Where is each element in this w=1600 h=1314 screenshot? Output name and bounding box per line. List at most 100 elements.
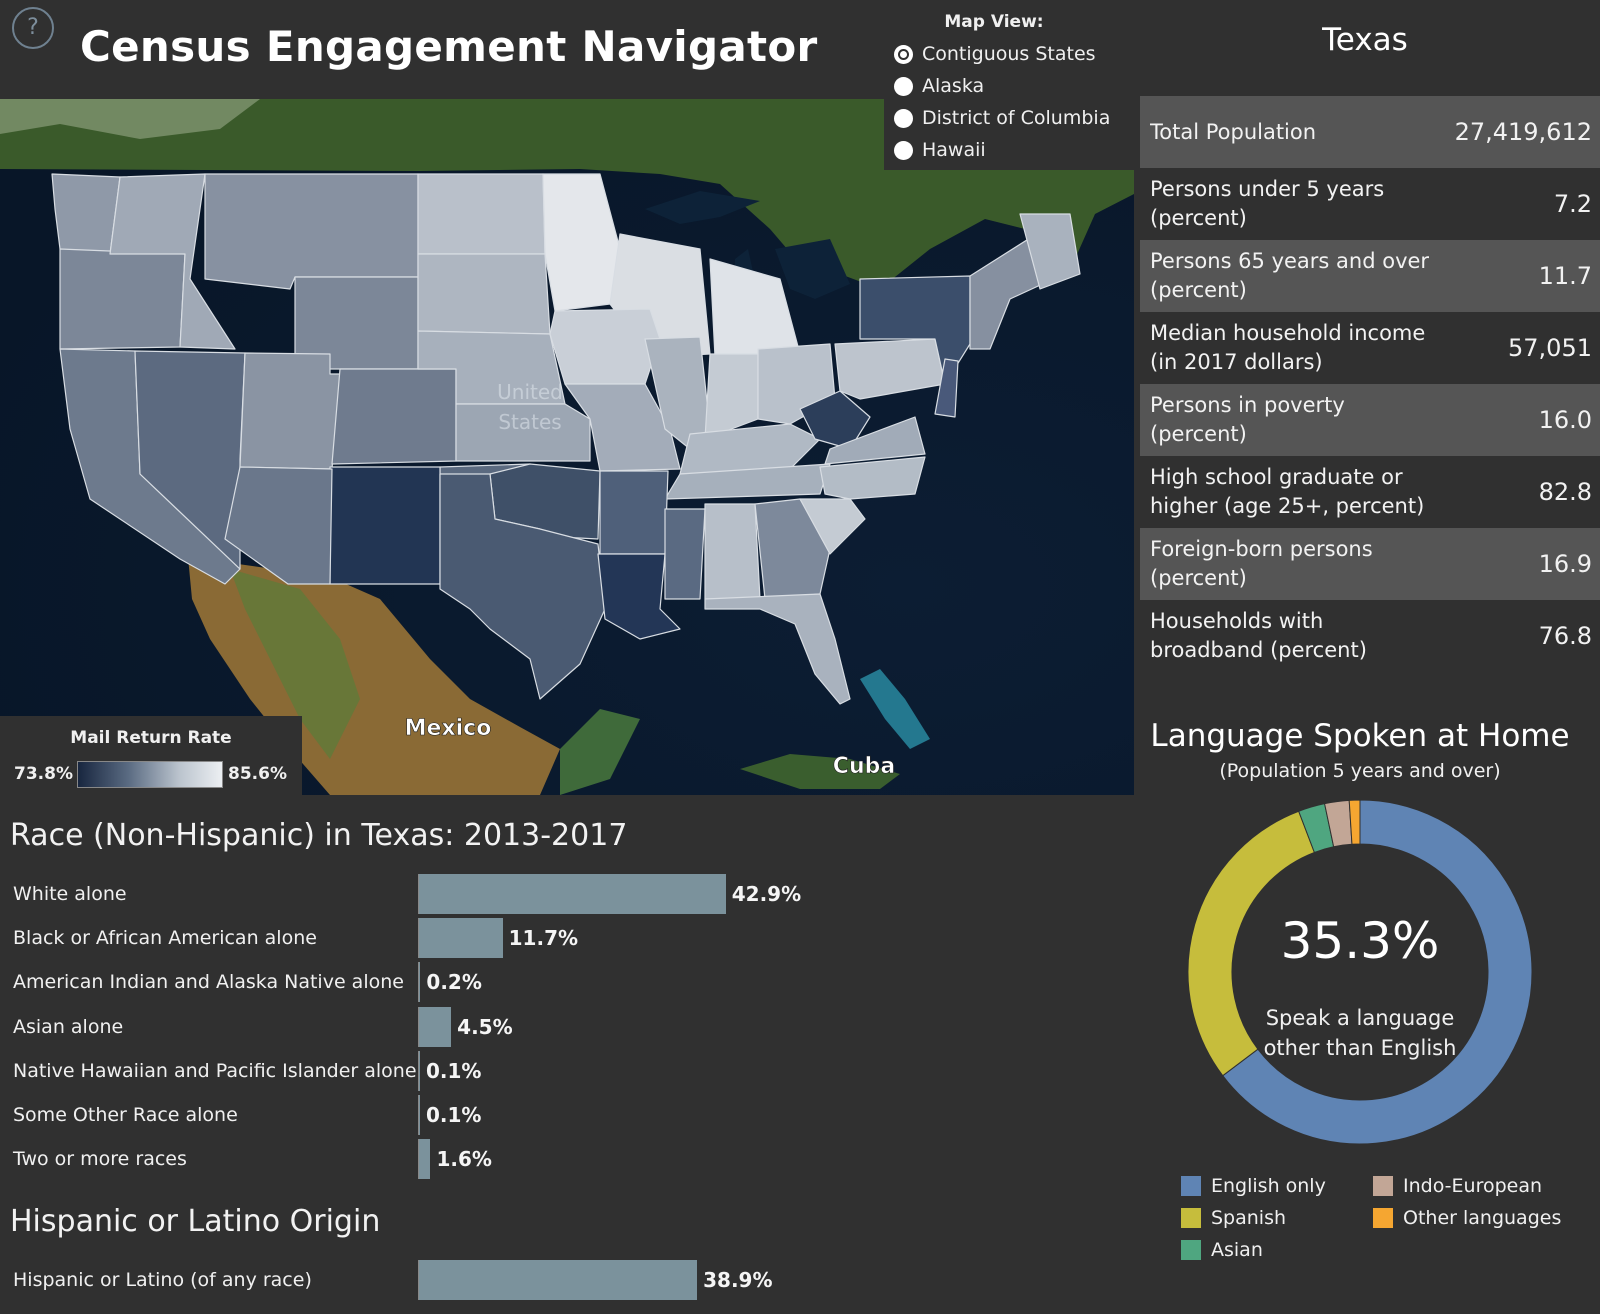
bar-label: Black or African American alone [13,927,317,950]
fact-row: Households with broadband (percent) 76.8 [1140,600,1600,672]
legend-item[interactable]: Spanish [1181,1207,1286,1229]
donut-caption-line1: Speak a language [1265,1006,1455,1030]
fact-label: Households with broadband (percent) [1150,609,1367,662]
fact-value: 27,419,612 [1454,118,1592,146]
state-ms[interactable] [664,508,706,600]
state-al[interactable] [704,503,761,600]
bar[interactable] [419,1139,431,1180]
radio-icon[interactable] [894,108,913,128]
legend-item[interactable]: Indo-European [1373,1175,1542,1197]
state-name: Texas [1322,22,1408,58]
fact-row: Foreign-born persons (percent) 16.9 [1140,528,1600,600]
bar-value-label: 0.1% [426,1103,482,1127]
legend-swatch [1181,1240,1201,1260]
bar-label: Native Hawaiian and Pacific Islander alo… [13,1059,417,1082]
map-view-panel: Map View: Contiguous States Alaska Distr… [884,0,1134,170]
state-nd[interactable] [417,173,546,255]
bar-row[interactable]: Black or African American alone 11.7% [0,918,880,959]
fact-value: 16.0 [1538,406,1592,434]
legend-max: 85.6% [228,764,287,784]
legend-label: English only [1211,1175,1326,1197]
bar-label: American Indian and Alaska Native alone [13,971,404,994]
help-icon[interactable]: ? [12,7,54,49]
bar-value-label: 38.9% [703,1268,773,1292]
bar-row[interactable]: White alone 42.9% [0,874,880,914]
bar-row[interactable]: Two or more races 1.6% [0,1139,880,1180]
bar-row[interactable]: Asian alone 4.5% [0,1006,880,1047]
radio-alaska[interactable]: Alaska [884,70,1134,102]
fact-value: 82.8 [1538,478,1592,506]
state-nm[interactable] [329,466,441,585]
language-subtitle: (Population 5 years and over) [1219,760,1501,782]
legend-item[interactable]: Asian [1181,1239,1263,1261]
map-canvas[interactable]: United States Mexico Cuba [0,99,1134,795]
fact-value: 76.8 [1538,622,1592,650]
fact-label: Persons 65 years and over (percent) [1150,249,1430,302]
map-view-title: Map View: [944,12,1044,32]
fact-label: Persons in poverty (percent) [1150,393,1345,446]
bar[interactable] [419,1006,452,1047]
bar[interactable] [419,1050,420,1091]
fact-row: Median household income (in 2017 dollars… [1140,312,1600,384]
radio-contiguous-states[interactable]: Contiguous States [884,38,1134,70]
bar-row[interactable]: Some Other Race alone 0.1% [0,1095,880,1135]
bar-row[interactable]: American Indian and Alaska Native alone 0… [0,962,880,1003]
donut-caption-line2: other than English [1263,1036,1457,1060]
radio-icon[interactable] [894,140,913,160]
bar[interactable] [419,962,421,1003]
bar-row[interactable]: Native Hawaiian and Pacific Islander alo… [0,1050,880,1091]
donut-center-value: 35.3% [1280,912,1440,970]
legend-swatch [1373,1208,1393,1228]
fact-row: Persons in poverty (percent) 16.0 [1140,384,1600,456]
bar-value-label: 1.6% [436,1147,492,1172]
bar[interactable] [419,1095,420,1135]
legend-item[interactable]: English only [1181,1175,1326,1197]
map-label-cuba: Cuba [833,754,895,779]
radio-hawaii[interactable]: Hawaii [884,134,1134,166]
state-wa[interactable] [51,173,121,255]
bar-value-label: 42.9% [731,882,802,906]
state-or[interactable] [59,248,186,350]
radio-label: District of Columbia [922,107,1111,129]
map-label-mexico: Mexico [405,716,492,741]
state-mt[interactable] [204,173,419,290]
fact-label: High school graduate or higher (age 25+,… [1150,465,1425,518]
legend-label: Other languages [1403,1207,1562,1229]
choropleth-map[interactable]: United States Mexico Cuba [0,99,1134,795]
language-title: Language Spoken at Home [1150,718,1570,754]
radio-label: Contiguous States [922,43,1096,65]
legend-gradient [77,761,223,788]
state-ut[interactable] [239,352,341,470]
fact-label: Foreign-born persons (percent) [1150,537,1373,590]
radio-selected-icon[interactable] [894,44,913,64]
state-co[interactable] [331,368,457,465]
state-ar[interactable] [599,470,669,555]
legend-item[interactable]: Other languages [1373,1207,1561,1229]
fact-label: Persons under 5 years (percent) [1150,177,1385,230]
bar[interactable] [419,874,726,914]
state-sd[interactable] [417,253,551,335]
fact-row: Persons under 5 years (percent) 7.2 [1140,168,1600,240]
bar-value-label: 0.1% [426,1058,482,1083]
fact-row: Total Population 27,419,612 [1140,96,1600,168]
state-ia[interactable] [549,308,661,385]
legend-min: 73.8% [14,764,73,784]
map-legend: Mail Return Rate 73.8% 85.6% [0,716,302,795]
bar-value-label: 4.5% [457,1014,513,1039]
fact-value: 16.9 [1538,550,1592,578]
fact-row: High school graduate or higher (age 25+,… [1140,456,1600,528]
fact-value: 11.7 [1538,262,1592,290]
bar-label: Some Other Race alone [13,1104,238,1126]
fact-value: 57,051 [1508,334,1592,362]
bar[interactable] [419,1260,698,1300]
bar-row[interactable]: Hispanic or Latino (of any race) 38.9% [0,1260,880,1300]
bar-label: Hispanic or Latino (of any race) [13,1269,312,1291]
facts-table: Total Population 27,419,612 Persons under … [1140,96,1600,672]
language-donut-chart[interactable] [1180,792,1540,1152]
radio-district-of-columbia[interactable]: District of Columbia [884,102,1134,134]
bar[interactable] [419,918,503,959]
bar-label: Two or more races [13,1148,187,1171]
map-label-us-line1: United [497,380,563,404]
radio-icon[interactable] [894,76,913,96]
bar-value-label: 0.2% [426,970,482,995]
